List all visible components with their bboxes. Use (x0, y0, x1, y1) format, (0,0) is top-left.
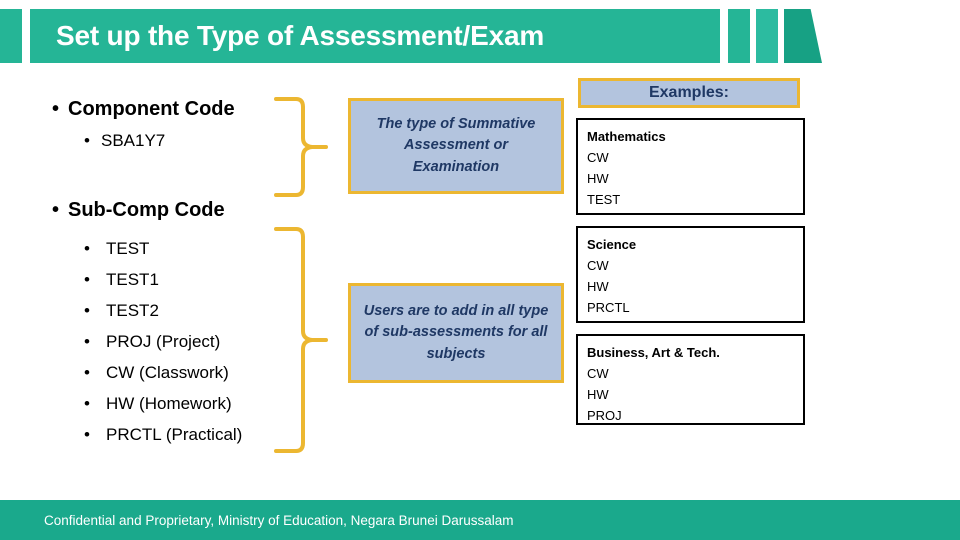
component-code-heading: • Component Code (52, 98, 235, 121)
example-subject-title: Business, Art & Tech. (587, 345, 720, 360)
list-item-label: PROJ (Project) (106, 332, 221, 351)
list-item-label: TEST (106, 239, 150, 258)
bullet-glyph: • (52, 98, 60, 120)
bullet-glyph: • (52, 199, 60, 221)
banner-accent-trapezoid (784, 9, 822, 63)
list-item: • CW (Classwork) (84, 357, 242, 388)
callout-sub-assessments: Users are to add in all type of sub-asse… (348, 283, 564, 383)
bullet-glyph: • (84, 332, 90, 351)
bullet-glyph: • (84, 239, 90, 258)
sub-comp-code-heading-label: Sub-Comp Code (68, 199, 225, 221)
list-item-label: PRCTL (Practical) (106, 425, 243, 444)
list-item-label: TEST2 (106, 301, 159, 320)
example-item: TEST (587, 192, 621, 208)
curly-brace-icon-subcomp (272, 224, 328, 456)
callout-summative-assessment: The type of Summative Assessment or Exam… (348, 98, 564, 194)
example-item: HW (587, 171, 609, 187)
title-banner: Set up the Type of Assessment/Exam (30, 9, 720, 63)
bullet-glyph: • (84, 270, 90, 289)
example-item: PRCTL (587, 300, 630, 316)
sub-comp-code-list: • TEST • TEST1 • TEST2 • PROJ (Project) • CW … (84, 233, 242, 450)
bullet-glyph: • (84, 131, 90, 150)
curly-brace-icon-component (272, 94, 328, 200)
list-item-label: CW (Classwork) (106, 363, 229, 382)
sub-comp-code-heading: • Sub-Comp Code (52, 199, 225, 222)
banner-accent-block-1 (728, 9, 750, 63)
bullet-glyph: • (84, 394, 90, 413)
list-item: • HW (Homework) (84, 388, 242, 419)
example-item: CW (587, 150, 609, 166)
example-item: CW (587, 258, 609, 274)
list-item: • TEST (84, 233, 242, 264)
component-code-heading-label: Component Code (68, 98, 235, 120)
example-item: PROJ (587, 408, 622, 424)
example-item: HW (587, 279, 609, 295)
callout-text: The type of Summative Assessment or Exam… (376, 116, 536, 175)
bullet-glyph: • (84, 425, 90, 444)
bullet-glyph: • (84, 363, 90, 382)
footer-confidentiality-text: Confidential and Proprietary, Ministry o… (44, 513, 514, 528)
example-subject-title: Science (587, 237, 637, 252)
list-item: • PROJ (Project) (84, 326, 242, 357)
list-item: • TEST1 (84, 264, 242, 295)
example-item: HW (587, 387, 609, 403)
example-box-business-art-tech: Business, Art & Tech. CW HW PROJ (576, 334, 805, 425)
list-item: • PRCTL (Practical) (84, 419, 242, 450)
bullet-glyph: • (84, 301, 90, 320)
example-subject-title: Mathematics (587, 129, 666, 144)
list-item-label: HW (Homework) (106, 394, 232, 413)
page-title: Set up the Type of Assessment/Exam (56, 20, 545, 51)
list-item-label: TEST1 (106, 270, 159, 289)
component-code-item-label: SBA1Y7 (101, 131, 166, 150)
banner-accent-block-2 (756, 9, 778, 63)
examples-header-label: Examples: (648, 84, 730, 101)
examples-header: Examples: (578, 78, 800, 108)
example-box-science: Science CW HW PRCTL (576, 226, 805, 323)
banner-accent-block-left (0, 9, 22, 63)
example-item: CW (587, 366, 609, 382)
example-box-mathematics: Mathematics CW HW TEST (576, 118, 805, 215)
list-item: • TEST2 (84, 295, 242, 326)
component-code-item: • SBA1Y7 (84, 131, 165, 151)
callout-text: Users are to add in all type of sub-asse… (363, 303, 549, 362)
